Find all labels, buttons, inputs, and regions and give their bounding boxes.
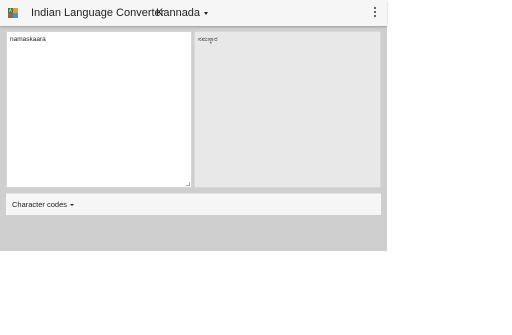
input-textarea[interactable] bbox=[7, 32, 191, 187]
output-pane: ನಮಸ್ಕಾರ bbox=[194, 31, 381, 188]
output-text: ನಮಸ್ಕಾರ bbox=[198, 36, 218, 43]
more-menu-button[interactable] bbox=[369, 6, 381, 18]
app-title: Indian Language Converter bbox=[31, 7, 165, 19]
language-dropdown-label: Kannada bbox=[156, 7, 201, 19]
resize-handle-icon[interactable] bbox=[186, 182, 190, 186]
app-window: A Indian Language Converter Kannada ನಮಸ್… bbox=[0, 0, 387, 251]
character-codes-label: Character codes bbox=[12, 200, 75, 210]
more-vert-icon-dot bbox=[374, 11, 376, 13]
more-vert-icon bbox=[374, 7, 376, 9]
language-dropdown[interactable]: Kannada bbox=[156, 6, 209, 20]
caret-down-icon bbox=[70, 204, 75, 207]
character-codes-toggle[interactable]: Character codes bbox=[6, 193, 381, 215]
app-logo-icon: A bbox=[7, 7, 19, 19]
character-codes-text: Character codes bbox=[12, 200, 68, 209]
toolbar: A Indian Language Converter Kannada bbox=[0, 0, 387, 26]
caret-down-icon bbox=[204, 11, 209, 15]
more-vert-icon-dot bbox=[374, 15, 376, 17]
input-pane bbox=[6, 31, 192, 188]
svg-text:A: A bbox=[9, 8, 12, 13]
